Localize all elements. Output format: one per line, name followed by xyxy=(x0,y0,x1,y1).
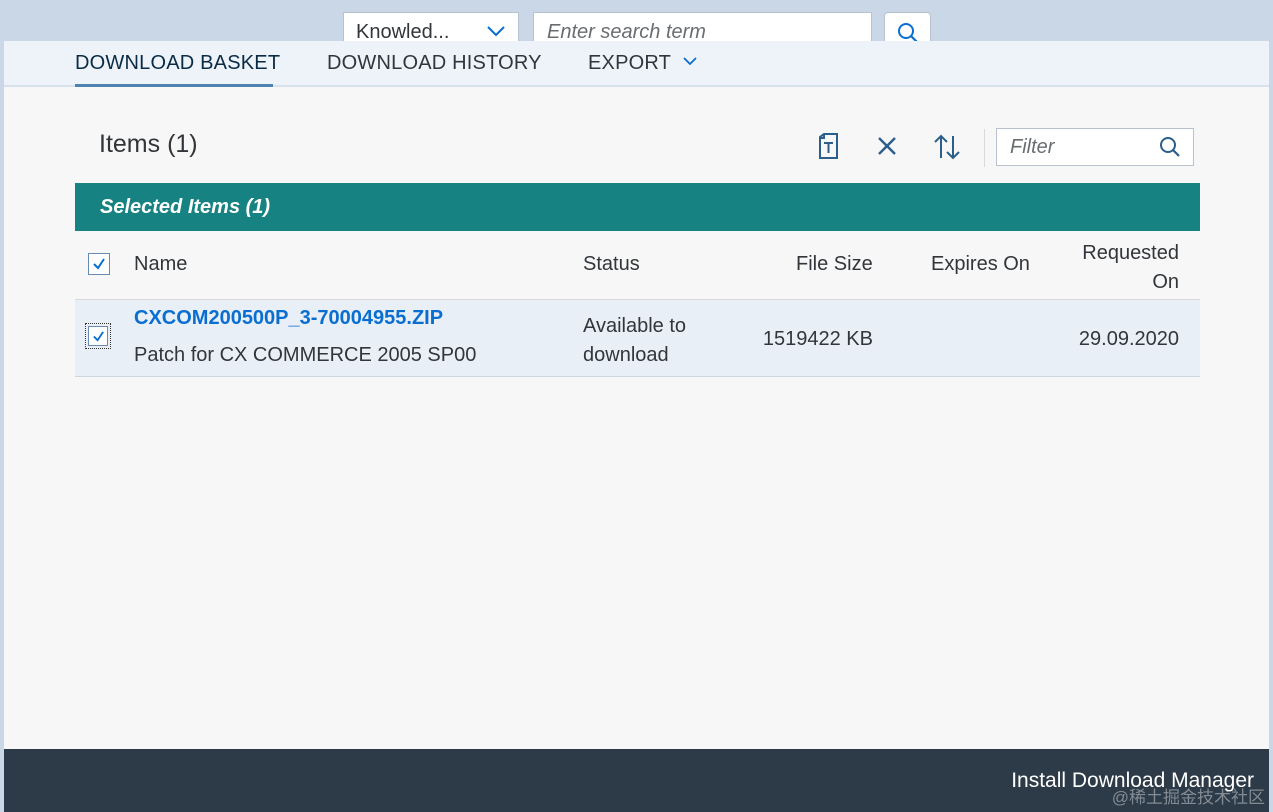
file-size-cell: 1519422 KB xyxy=(762,328,873,350)
filter-placeholder: Filter xyxy=(1010,136,1055,158)
requested-on-cell: 29.09.2020 xyxy=(1078,328,1179,350)
column-header-name[interactable]: Name xyxy=(134,253,187,276)
watermark: @稀土掘金技术社区 xyxy=(1111,788,1265,807)
toolbar-separator xyxy=(984,129,985,167)
select-all-checkbox[interactable] xyxy=(88,253,110,275)
status-line2: download xyxy=(583,344,669,366)
file-name-link[interactable]: CXCOM200500P_3-70004955.ZIP xyxy=(134,307,443,330)
column-header-requested-on[interactable]: Requested On xyxy=(1082,239,1179,297)
column-header-expires-on[interactable]: Expires On xyxy=(931,253,1030,276)
checkmark-icon xyxy=(93,258,105,270)
chevron-down-icon xyxy=(487,26,505,37)
tab-bar: DOWNLOAD BASKET DOWNLOAD HISTORY EXPORT xyxy=(4,41,1269,87)
column-header-requested-on-line2: On xyxy=(1152,271,1179,293)
export-text-icon[interactable] xyxy=(816,131,842,161)
close-icon[interactable] xyxy=(876,135,898,157)
column-header-status[interactable]: Status xyxy=(583,253,640,276)
column-header-file-size[interactable]: File Size xyxy=(796,253,873,276)
top-search-bar: Knowled... Enter search term xyxy=(0,0,1273,52)
sort-icon[interactable] xyxy=(933,133,961,161)
checkmark-icon xyxy=(93,331,104,342)
dialog-footer: Install Download Manager xyxy=(4,749,1269,812)
search-scope-value: Knowled... xyxy=(356,21,450,43)
table-row[interactable]: CXCOM200500P_3-70004955.ZIP Patch for CX… xyxy=(75,300,1200,377)
tab-export[interactable]: EXPORT xyxy=(588,41,671,87)
status-cell: Available to download xyxy=(583,312,686,370)
download-basket-dialog: DOWNLOAD BASKET DOWNLOAD HISTORY EXPORT … xyxy=(4,41,1269,812)
file-description: Patch for CX COMMERCE 2005 SP00 xyxy=(134,344,477,366)
active-tab-indicator xyxy=(75,84,273,87)
tab-download-history[interactable]: DOWNLOAD HISTORY xyxy=(327,41,542,87)
row-select-checkbox[interactable] xyxy=(88,326,108,346)
table-column-header: Name Status File Size Expires On Request… xyxy=(75,231,1200,300)
filter-input[interactable]: Filter xyxy=(996,128,1194,166)
chevron-down-icon[interactable] xyxy=(682,55,698,67)
tab-download-basket[interactable]: DOWNLOAD BASKET xyxy=(75,41,280,87)
search-placeholder: Enter search term xyxy=(547,21,706,43)
status-line1: Available to xyxy=(583,315,687,337)
items-title: Items (1) xyxy=(99,130,198,158)
column-header-requested-on-line1: Requested xyxy=(1082,242,1179,264)
search-icon[interactable] xyxy=(1159,136,1181,158)
group-header-selected-items: Selected Items (1) xyxy=(75,183,1200,231)
